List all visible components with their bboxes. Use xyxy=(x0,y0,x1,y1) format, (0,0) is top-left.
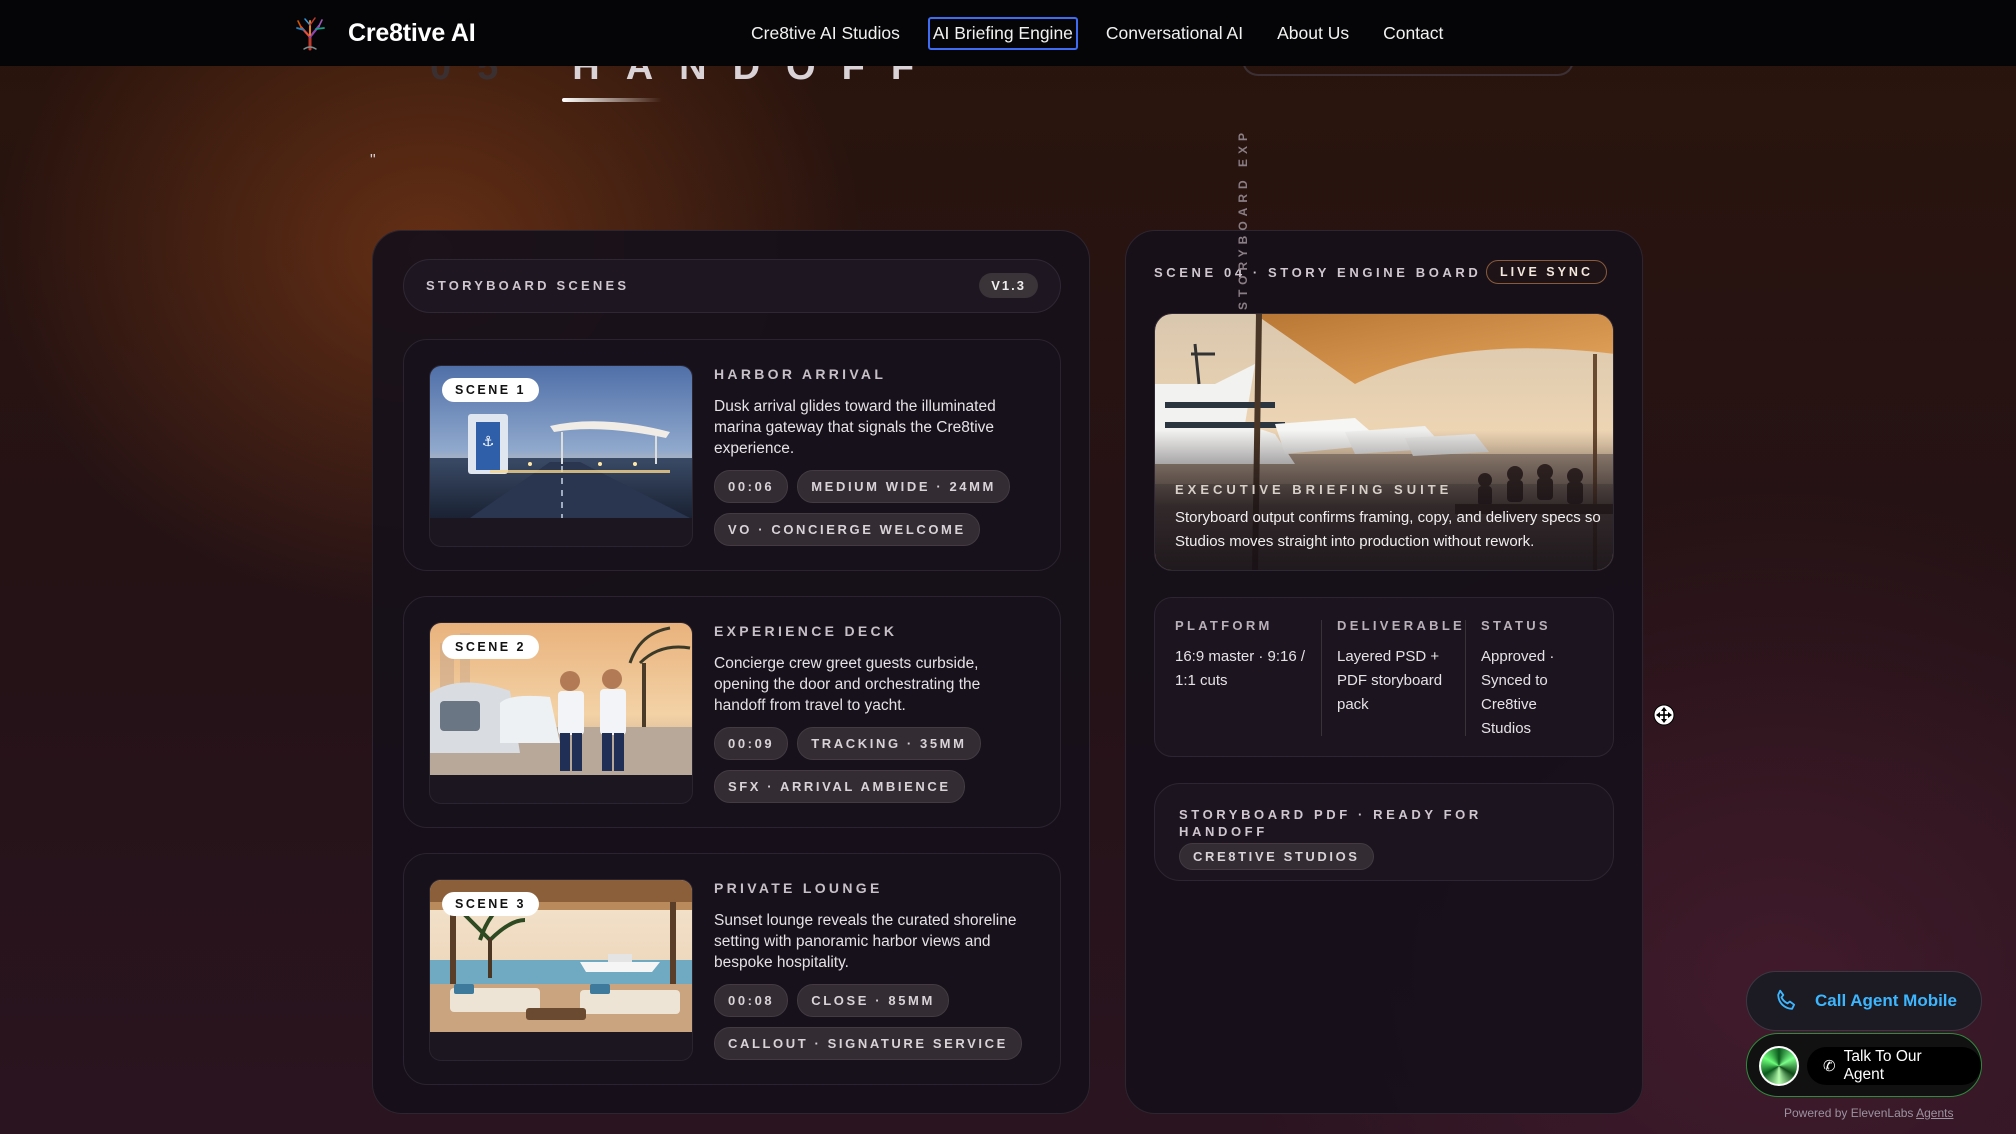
talk-to-agent-label: Talk To Our Agent xyxy=(1843,1048,1922,1083)
lens-tag: MEDIUM WIDE · 24MM xyxy=(797,470,1010,503)
brand[interactable]: Cre8tive AI xyxy=(290,14,476,52)
scene-tags: 00:06 MEDIUM WIDE · 24MM VO · CONCIERGE … xyxy=(714,470,1044,546)
board-label: SCENE 04 · STORY ENGINE BOARD xyxy=(1154,265,1482,280)
powered-by-link[interactable]: Agents xyxy=(1916,1106,1953,1120)
nav-links: Cre8tive AI Studios AI Briefing Engine C… xyxy=(745,17,1471,50)
nav-conversational-ai[interactable]: Conversational AI xyxy=(1100,17,1249,50)
move-cursor-icon xyxy=(1653,704,1675,726)
top-navigation: Cre8tive AI Cre8tive AI Studios AI Brief… xyxy=(0,0,2016,66)
svg-text:⚓: ⚓ xyxy=(482,434,495,450)
spec-divider xyxy=(1465,620,1466,736)
audio-tag: SFX · ARRIVAL AMBIENCE xyxy=(714,770,965,803)
lens-tag: TRACKING · 35MM xyxy=(797,727,981,760)
phone-icon: ✆ xyxy=(1823,1058,1836,1075)
agent-widget: ✆ Talk To Our Agent xyxy=(1746,1033,1982,1097)
callout-tag: CALLOUT · SIGNATURE SERVICE xyxy=(714,1027,1022,1060)
spec-key: STATUS xyxy=(1481,618,1551,633)
nav-studios[interactable]: Cre8tive AI Studios xyxy=(745,17,906,50)
scene-thumbnail: ⚓ SCENE 1 xyxy=(429,365,693,547)
lens-tag: CLOSE · 85MM xyxy=(797,984,949,1017)
hero-card-title: EXECUTIVE BRIEFING SUITE xyxy=(1175,482,1453,497)
spec-divider xyxy=(1321,620,1322,736)
powered-by-prefix: Powered by ElevenLabs xyxy=(1784,1106,1917,1120)
scene-card-2[interactable]: SCENE 2 EXPERIENCE DECK Concierge crew g… xyxy=(403,596,1061,828)
nav-about-us[interactable]: About Us xyxy=(1271,17,1355,50)
spec-key: DELIVERABLE xyxy=(1337,618,1466,633)
delivery-specs: PLATFORM 16:9 master · 9:16 / 1:1 cuts D… xyxy=(1154,597,1614,757)
call-agent-mobile-button[interactable]: Call Agent Mobile xyxy=(1746,971,1982,1031)
spec-value: Approved · Synced to Cre8tive Studios xyxy=(1481,648,1555,737)
pdf-status-title: STORYBOARD PDF · READY FOR HANDOFF xyxy=(1179,807,1482,839)
storyboard-pdf-card[interactable]: STORYBOARD PDF · READY FOR HANDOFF CRE8T… xyxy=(1154,783,1614,881)
spec-key: PLATFORM xyxy=(1175,618,1273,633)
tree-logo-icon xyxy=(296,17,325,51)
title-underline xyxy=(562,98,662,102)
hero-card-description: Storyboard output confirms framing, copy… xyxy=(1175,509,1601,550)
agent-orb-icon[interactable] xyxy=(1759,1046,1799,1086)
powered-by-text: Powered by ElevenLabs Agents xyxy=(1784,1106,1953,1120)
vertical-export-label: STORYBOARD EXPORT xyxy=(1236,130,1250,310)
scene-description: Dusk arrival glides toward the illuminat… xyxy=(714,398,996,457)
spec-value: Layered PSD + PDF storyboard pack xyxy=(1337,648,1443,713)
spec-status: STATUS Approved · Synced to Cre8tive Stu… xyxy=(1481,618,1591,741)
duration-tag: 00:08 xyxy=(714,984,789,1017)
scene-badge: SCENE 3 xyxy=(442,892,539,916)
scene-card-3[interactable]: SCENE 3 PRIVATE LOUNGE Sunset lounge rev… xyxy=(403,853,1061,1085)
phone-icon xyxy=(1777,989,1796,1010)
scene-tags: 00:08 CLOSE · 85MM CALLOUT · SIGNATURE S… xyxy=(714,984,1044,1060)
storyboard-scenes-panel: STORYBOARD SCENES V1.3 ⚓ SCENE 1 HARBOR … xyxy=(372,230,1090,1114)
executive-briefing-card[interactable]: EXECUTIVE BRIEFING SUITE Storyboard outp… xyxy=(1154,313,1614,571)
scene-tags: 00:09 TRACKING · 35MM SFX · ARRIVAL AMBI… xyxy=(714,727,1044,803)
scene-title: HARBOR ARRIVAL xyxy=(714,366,887,382)
studios-tag: CRE8TIVE STUDIOS xyxy=(1179,843,1374,870)
story-engine-board-panel: SCENE 04 · STORY ENGINE BOARD LIVE SYNC xyxy=(1125,230,1643,1114)
scene-description: Sunset lounge reveals the curated shorel… xyxy=(714,912,1017,971)
scene-title: PRIVATE LOUNGE xyxy=(714,880,883,896)
scenes-header-label: STORYBOARD SCENES xyxy=(426,278,630,293)
duration-tag: 00:09 xyxy=(714,727,789,760)
brand-name: Cre8tive AI xyxy=(348,18,476,47)
audio-tag: VO · CONCIERGE WELCOME xyxy=(714,513,980,546)
duration-tag: 00:06 xyxy=(714,470,789,503)
spec-value: 16:9 master · 9:16 / 1:1 cuts xyxy=(1175,648,1306,689)
version-badge: V1.3 xyxy=(979,273,1038,298)
spec-platform: PLATFORM 16:9 master · 9:16 / 1:1 cuts xyxy=(1175,618,1315,693)
call-agent-label: Call Agent Mobile xyxy=(1815,991,1957,1010)
live-sync-badge: LIVE SYNC xyxy=(1486,260,1607,284)
scene-thumbnail: SCENE 2 xyxy=(429,622,693,804)
nav-contact[interactable]: Contact xyxy=(1377,17,1449,50)
scene-badge: SCENE 1 xyxy=(442,378,539,402)
scene-card-1[interactable]: ⚓ SCENE 1 HARBOR ARRIVAL Dusk arrival gl… xyxy=(403,339,1061,571)
scene-description: Concierge crew greet guests curbside, op… xyxy=(714,655,981,714)
nav-briefing-engine[interactable]: AI Briefing Engine xyxy=(927,17,1078,50)
scenes-header: STORYBOARD SCENES V1.3 xyxy=(403,259,1061,313)
quote-mark: " xyxy=(370,152,376,169)
spec-deliverable: DELIVERABLE Layered PSD + PDF storyboard… xyxy=(1337,618,1466,717)
scene-badge: SCENE 2 xyxy=(442,635,539,659)
scene-title: EXPERIENCE DECK xyxy=(714,623,898,639)
talk-to-agent-button[interactable]: ✆ Talk To Our Agent xyxy=(1807,1047,1981,1085)
scene-thumbnail: SCENE 3 xyxy=(429,879,693,1061)
